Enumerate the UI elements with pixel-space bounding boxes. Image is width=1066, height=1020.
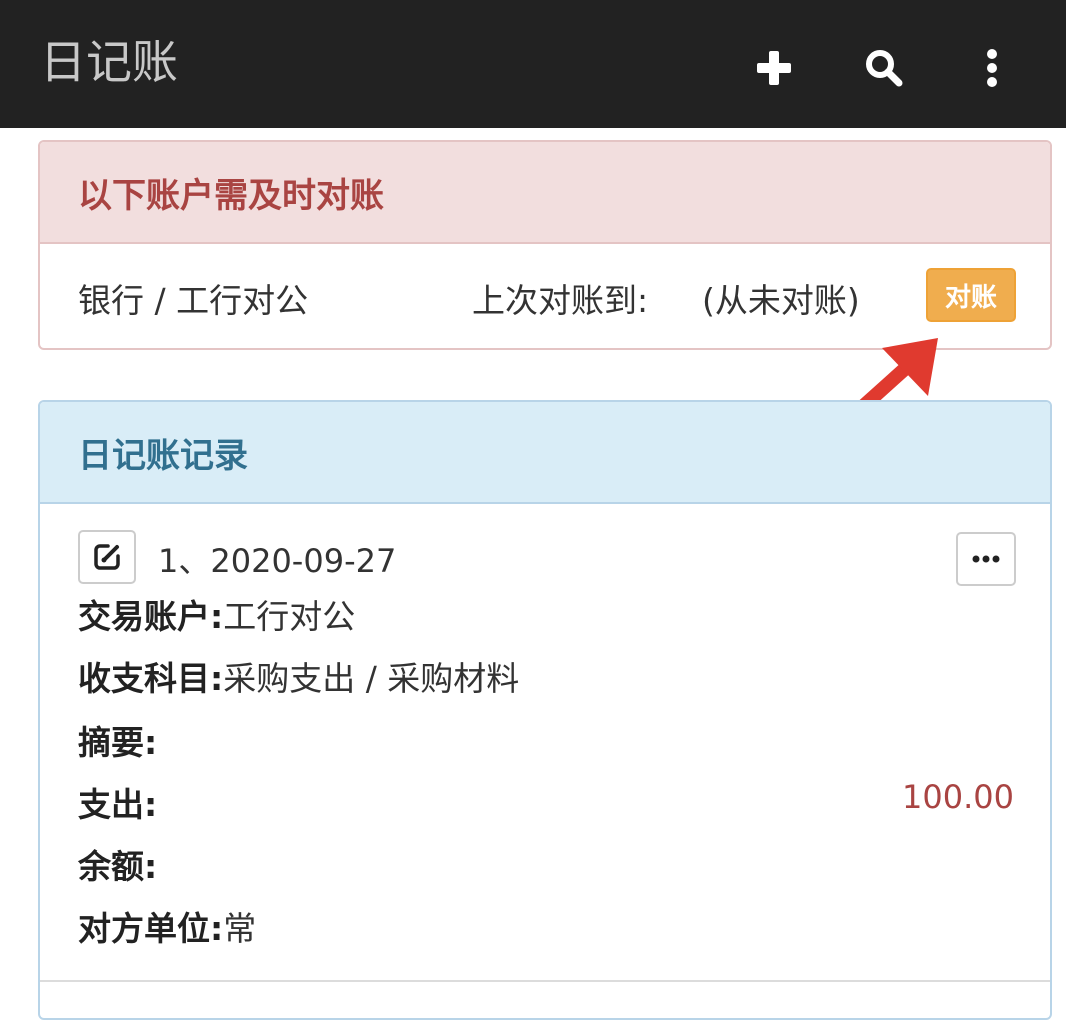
reconcile-account-name: 银行 / 工行对公	[78, 281, 309, 320]
more-horizontal-icon	[972, 555, 1000, 563]
reconcile-button[interactable]: 对账	[926, 268, 1016, 322]
counterparty-label: 对方单位:	[78, 909, 224, 948]
record-divider	[40, 980, 1050, 982]
top-navbar: 日记账	[0, 0, 1066, 128]
field-summary: 摘要:	[78, 716, 157, 764]
category-value: 采购支出 / 采购材料	[223, 659, 520, 698]
field-balance: 余额:	[78, 840, 157, 888]
record-title: 1、2020-09-27	[158, 542, 397, 580]
expense-label: 支出:	[78, 785, 158, 824]
reconcile-panel-heading: 以下账户需及时对账	[40, 142, 1050, 244]
record-options-button[interactable]	[956, 532, 1016, 586]
counterparty-value: 常	[223, 909, 257, 948]
records-panel-heading: 日记账记录	[40, 402, 1050, 504]
edit-icon	[94, 544, 120, 570]
journal-records-panel: 日记账记录 1、2020-09-27 交易账户:工行对公 收支科目:采购支出 /…	[38, 400, 1052, 1020]
field-counterparty: 对方单位:常	[78, 902, 256, 950]
account-value: 工行对公	[223, 597, 356, 636]
last-reconcile-value: (从未对账)	[702, 281, 860, 320]
reconcile-alert-panel: 以下账户需及时对账 银行 / 工行对公 上次对账到: (从未对账) 对账	[38, 140, 1052, 350]
plus-icon	[757, 51, 791, 85]
field-account: 交易账户:工行对公	[78, 590, 355, 638]
last-reconcile-label: 上次对账到:	[472, 281, 649, 320]
journal-record: 1、2020-09-27 交易账户:工行对公 收支科目:采购支出 / 采购材料 …	[40, 504, 1050, 1018]
edit-record-button[interactable]	[78, 530, 136, 584]
summary-label: 摘要:	[78, 723, 158, 762]
add-button[interactable]	[744, 38, 804, 98]
field-expense: 支出:	[78, 778, 157, 826]
app-title: 日记账	[40, 35, 178, 89]
reconcile-row: 银行 / 工行对公 上次对账到: (从未对账) 对账	[40, 244, 1050, 348]
search-button[interactable]	[854, 38, 914, 98]
more-vertical-icon	[987, 49, 997, 87]
more-menu-button[interactable]	[962, 38, 1022, 98]
expense-amount: 100.00	[902, 778, 1014, 816]
search-icon	[866, 50, 903, 87]
field-category: 收支科目:采购支出 / 采购材料	[78, 652, 519, 700]
category-label: 收支科目:	[78, 659, 224, 698]
account-label: 交易账户:	[78, 597, 224, 636]
balance-label: 余额:	[78, 847, 158, 886]
